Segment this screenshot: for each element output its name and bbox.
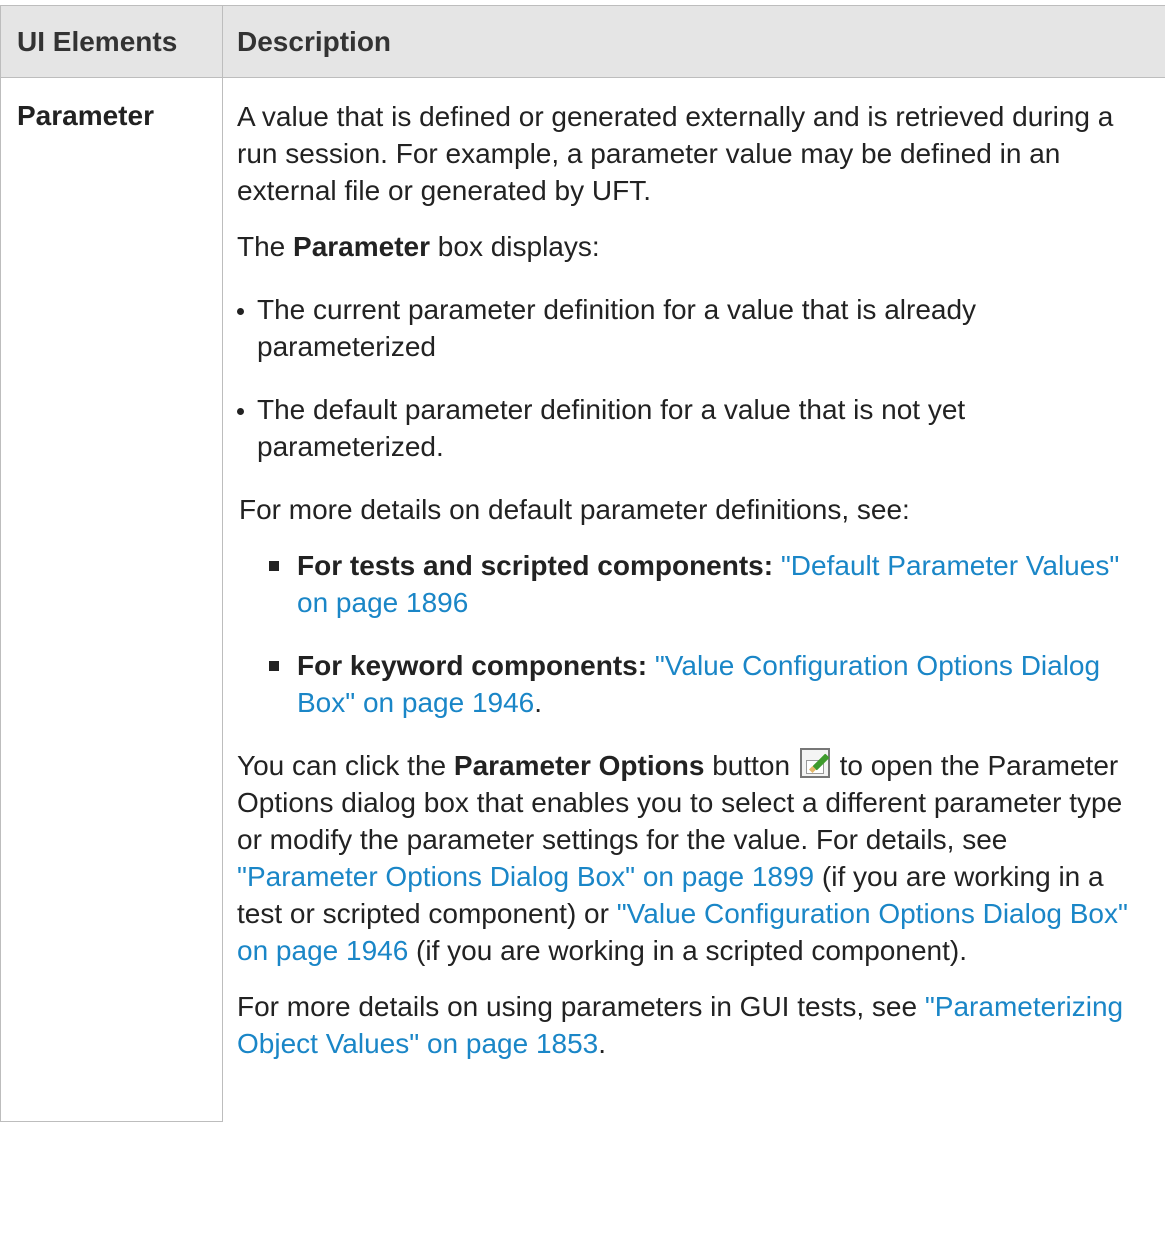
description-cell: A value that is defined or generated ext… (222, 77, 1165, 1121)
list-item: The current parameter definition for a v… (237, 291, 1148, 365)
gui-tests-paragraph: For more details on using parameters in … (237, 988, 1148, 1062)
parameter-options-dialog-link[interactable]: "Parameter Options Dialog Box" on page 1… (237, 861, 814, 892)
text-span: You can click the (237, 750, 454, 781)
intro-paragraph: A value that is defined or generated ext… (237, 101, 1114, 206)
ui-elements-table: UI Elements Description Parameter A valu… (0, 5, 1165, 1122)
box-displays-line: The Parameter box displays: (237, 228, 1148, 265)
bold-term: For tests and scripted components: (297, 550, 774, 581)
header-ui-elements: UI Elements (0, 5, 223, 78)
bold-term: For keyword components: (297, 650, 648, 681)
text-span: The (237, 231, 294, 262)
text-span: (if you are working in a scripted compon… (408, 935, 967, 966)
parameter-options-icon (799, 748, 830, 778)
header-description: Description (222, 5, 1165, 78)
square-bullet-list: For tests and scripted components: "Defa… (237, 547, 1148, 721)
text-span: . (534, 687, 543, 718)
text-span: . (598, 1028, 607, 1059)
list-item: For keyword components: "Value Configura… (237, 647, 1148, 721)
text-span: box displays: (430, 231, 600, 262)
defaults-intro: For more details on default parameter de… (239, 494, 910, 525)
bold-term: Parameter Options (453, 750, 705, 781)
table-header-row: UI Elements Description (0, 5, 1165, 78)
text-span: button (704, 750, 798, 781)
bold-term: Parameter (293, 231, 431, 262)
parameter-options-paragraph: You can click the Parameter Options butt… (237, 747, 1148, 969)
text-span: For more details on using parameters in … (237, 991, 925, 1022)
list-item: The default parameter definition for a v… (237, 391, 1148, 465)
table-row: Parameter A value that is defined or gen… (0, 77, 1165, 1122)
list-item: For tests and scripted components: "Defa… (237, 547, 1148, 621)
bullet-list: The current parameter definition for a v… (237, 291, 1148, 465)
element-name: Parameter (0, 77, 223, 1122)
